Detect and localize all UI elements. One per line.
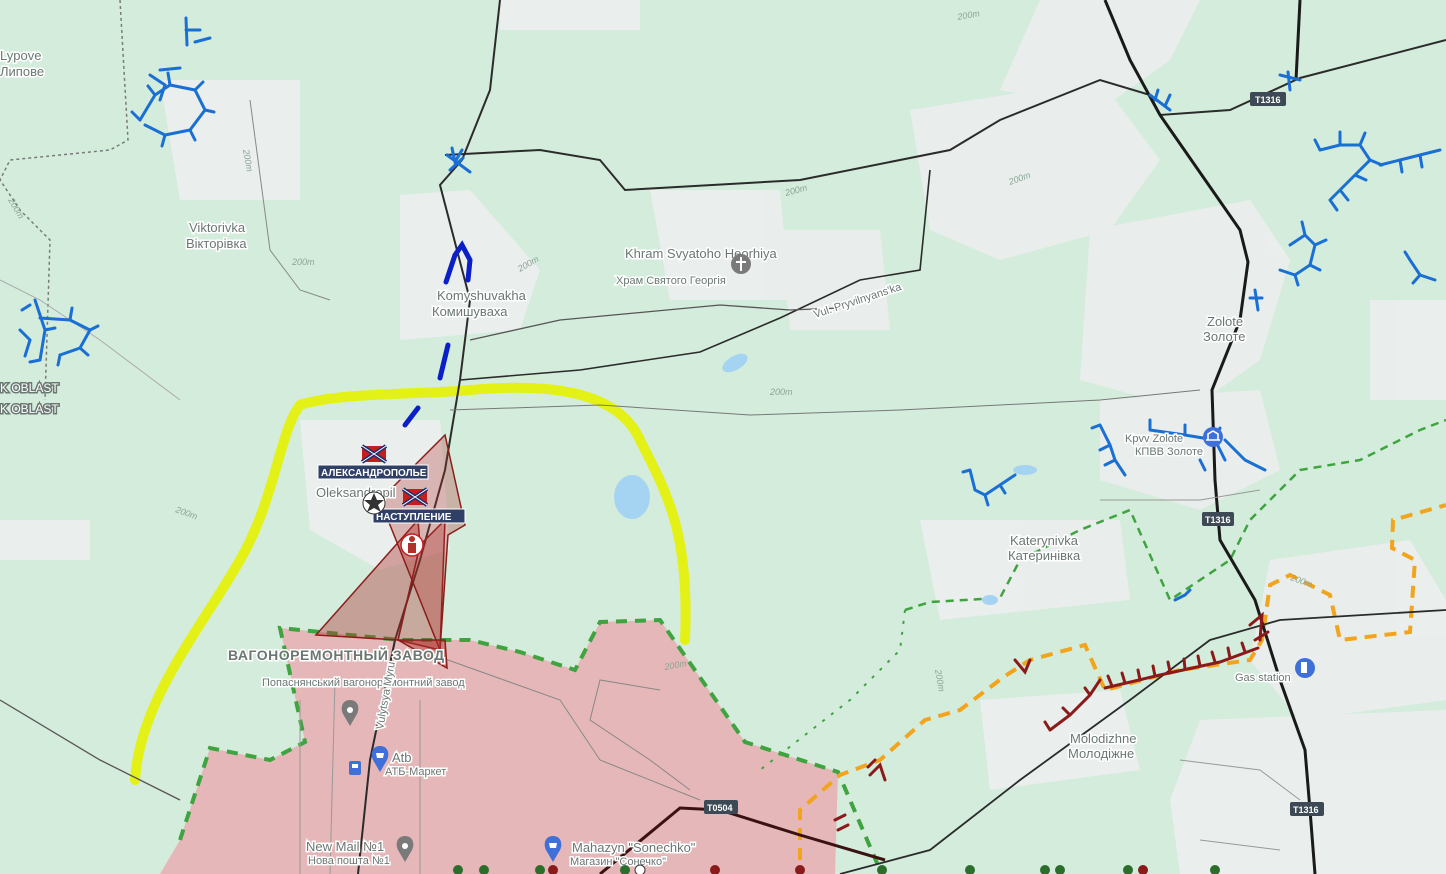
svg-text:200m: 200m bbox=[173, 504, 199, 522]
place-gas-station: Gas station bbox=[1235, 672, 1291, 684]
place-komyshuvakha-local: Комишуваха bbox=[432, 304, 508, 319]
place-khram-local: Храм Святого Георгія bbox=[616, 275, 726, 287]
church-icon[interactable] bbox=[731, 254, 751, 274]
place-zavod: ВАГОНОРЕМОНТНЫЙ ЗАВОД bbox=[228, 646, 445, 663]
frontline-green-trail bbox=[759, 609, 906, 771]
place-viktorivka-local: Вікторівка bbox=[186, 236, 247, 251]
svg-text:T1316: T1316 bbox=[1255, 95, 1281, 105]
svg-text:200m: 200m bbox=[783, 182, 809, 198]
star-marker-icon[interactable] bbox=[362, 491, 386, 515]
svg-text:АЛЕКСАНДРОПОЛЬЕ: АЛЕКСАНДРОПОЛЬЕ bbox=[321, 468, 427, 479]
svg-text:T1316: T1316 bbox=[1205, 515, 1231, 525]
svg-text:200m: 200m bbox=[956, 8, 981, 22]
soldier-icon[interactable] bbox=[400, 533, 424, 557]
place-lypove: Lypove bbox=[0, 48, 41, 63]
svg-text:200m: 200m bbox=[769, 387, 793, 397]
place-mahazyn-local: Магазин "Сонечко" bbox=[570, 856, 666, 868]
place-komyshuvakha: Komyshuvakha bbox=[437, 288, 527, 303]
place-katerynivka: Katerynivka bbox=[1010, 533, 1079, 548]
gas-station-icon[interactable] bbox=[1295, 658, 1315, 678]
place-molodizhne-local: Молодіжне bbox=[1068, 746, 1134, 761]
place-zolote-local: Золоте bbox=[1203, 329, 1246, 344]
svg-text:НАСТУПЛЕНИЕ: НАСТУПЛЕНИЕ bbox=[376, 512, 452, 523]
novorossiya-flag-icon[interactable] bbox=[401, 487, 429, 507]
place-mahazyn: Mahazyn "Sonechko" bbox=[572, 840, 696, 855]
svg-text:200m: 200m bbox=[6, 195, 27, 221]
train-icon[interactable] bbox=[349, 761, 361, 775]
place-newmail: New Mail №1 bbox=[306, 839, 384, 854]
oblast-label: K OBLAST bbox=[0, 381, 59, 395]
map-canvas[interactable]: 200m 200m 200m 200m 200m 200m 200m 200m … bbox=[0, 0, 1446, 874]
border-crossing-icon[interactable] bbox=[1203, 427, 1223, 447]
svg-text:T1316: T1316 bbox=[1293, 805, 1319, 815]
oblast-label: K OBLAST bbox=[0, 402, 59, 416]
novorossiya-flag-icon[interactable] bbox=[360, 444, 388, 464]
place-zolote: Zolote bbox=[1207, 314, 1243, 329]
place-atb: Atb bbox=[392, 750, 412, 765]
place-newmail-local: Нова пошта №1 bbox=[308, 855, 390, 867]
place-kpvv-local: КПВВ Золоте bbox=[1135, 446, 1203, 458]
place-atb-local: АТБ-Маркет bbox=[385, 766, 446, 778]
place-lypove-local: Липове bbox=[0, 64, 44, 79]
place-viktorivka: Viktorivka bbox=[189, 220, 246, 235]
place-kpvv: Kpvv Zolote bbox=[1125, 433, 1183, 445]
place-katerynivka-local: Катеринівка bbox=[1008, 548, 1081, 563]
svg-text:200m: 200m bbox=[291, 257, 315, 267]
place-khram: Khram Svyatoho Heorhiya bbox=[625, 246, 778, 261]
place-molodizhne: Molodizhne bbox=[1070, 731, 1137, 746]
tag-aleksandropol[interactable]: АЛЕКСАНДРОПОЛЬЕ bbox=[317, 464, 429, 480]
svg-text:200m: 200m bbox=[933, 668, 947, 693]
svg-text:T0504: T0504 bbox=[707, 803, 733, 813]
place-zavod-local: Попаснянський вагоноремонтний завод bbox=[262, 677, 465, 689]
tag-nastuplenie[interactable]: НАСТУПЛЕНИЕ bbox=[372, 508, 466, 524]
